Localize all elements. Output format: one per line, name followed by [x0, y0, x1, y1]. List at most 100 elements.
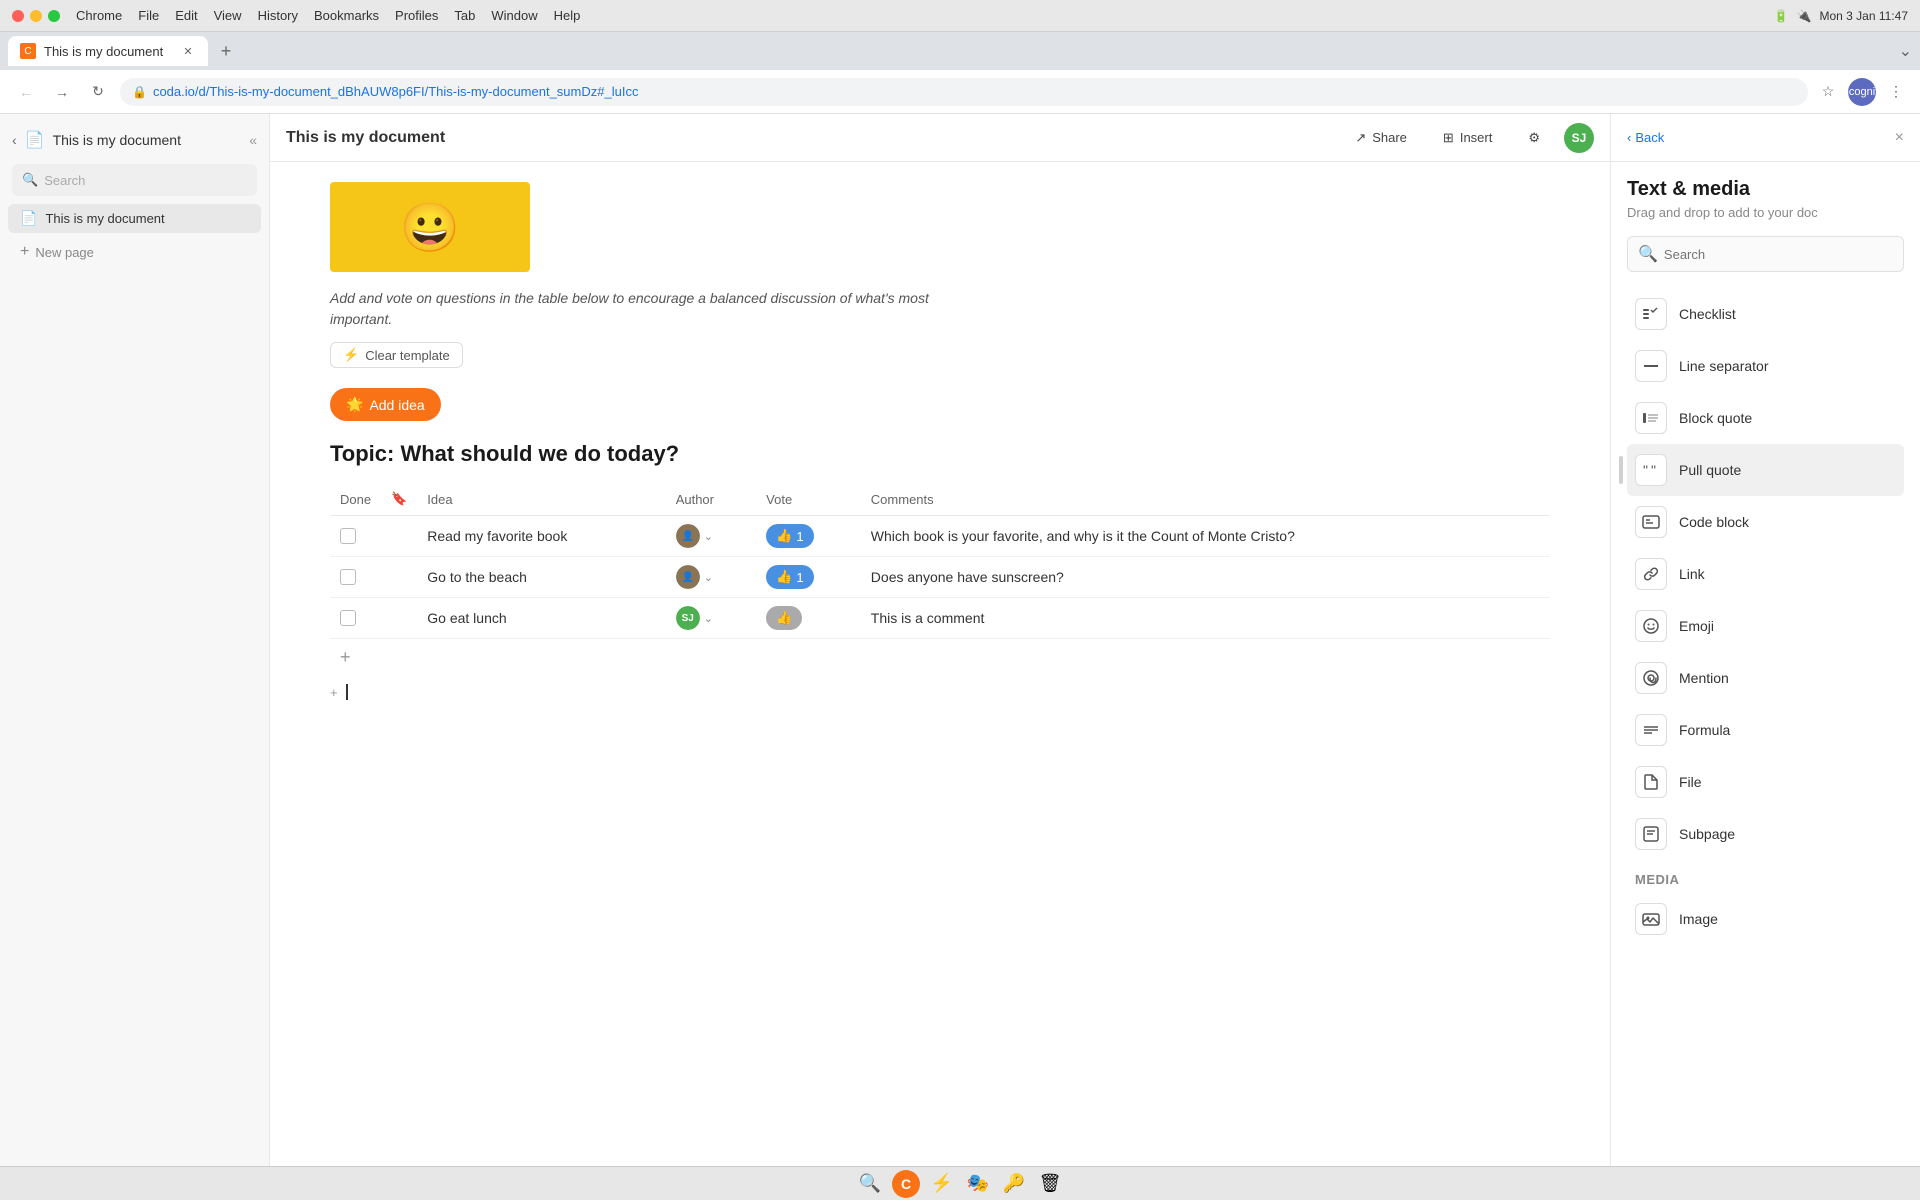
row1-checkbox[interactable]	[340, 528, 356, 544]
browser-tab-active[interactable]: C This is my document ✕	[8, 36, 208, 66]
menu-edit[interactable]: Edit	[175, 8, 197, 23]
insert-button[interactable]: ⊞ Insert	[1431, 122, 1504, 154]
row3-vote-button[interactable]: 👍	[766, 606, 802, 630]
subpage-label: Subpage	[1679, 826, 1735, 842]
row3-author-dropdown[interactable]: ⌄	[704, 612, 713, 625]
row3-bookmark-cell	[381, 598, 417, 639]
url-text: coda.io/d/This-is-my-document_dBhAUW8p6F…	[153, 84, 1796, 99]
panel-search-icon: 🔍	[1638, 244, 1658, 264]
menu-file[interactable]: File	[138, 8, 159, 23]
panel-item-file[interactable]: File	[1627, 756, 1904, 808]
back-button[interactable]: ←	[12, 78, 40, 106]
panel-back-button[interactable]: ‹ Back	[1627, 130, 1664, 145]
insert-icon: ⊞	[1443, 130, 1454, 146]
menu-window[interactable]: Window	[491, 8, 537, 23]
row1-idea-cell[interactable]: Read my favorite book	[417, 516, 665, 557]
sidebar-collapse-button[interactable]: «	[249, 132, 257, 148]
user-avatar[interactable]: SJ	[1564, 123, 1594, 153]
row3-author-avatar: SJ	[676, 606, 700, 630]
menu-help[interactable]: Help	[554, 8, 581, 23]
minimize-window-button[interactable]	[30, 10, 42, 22]
sidebar-doc-header: ‹ 📄 This is my document «	[0, 122, 269, 158]
row2-idea-cell[interactable]: Go to the beach	[417, 557, 665, 598]
menu-view[interactable]: View	[214, 8, 242, 23]
panel-item-pull-quote[interactable]: "" Pull quote	[1627, 444, 1904, 496]
sidebar-doc-icon: 📄	[25, 130, 45, 150]
sidebar-item-document[interactable]: 📄 This is my document	[8, 204, 261, 233]
panel-item-line-separator[interactable]: Line separator	[1627, 340, 1904, 392]
panel-item-link[interactable]: Link	[1627, 548, 1904, 600]
row2-author-dropdown[interactable]: ⌄	[704, 571, 713, 584]
dock-app5-icon[interactable]: 🔑	[1000, 1170, 1028, 1198]
forward-button[interactable]: →	[48, 78, 76, 106]
row2-vote-button[interactable]: 👍 1	[766, 565, 813, 589]
add-idea-button[interactable]: 🌟 Add idea	[330, 388, 441, 421]
menu-profiles[interactable]: Profiles	[395, 8, 438, 23]
row3-author-image: SJ	[676, 606, 700, 630]
share-button[interactable]: ↗ Share	[1343, 122, 1419, 154]
bookmark-star-icon[interactable]: ☆	[1816, 80, 1840, 104]
mac-menu-bar: Chrome File Edit View History Bookmarks …	[76, 8, 580, 23]
fullscreen-window-button[interactable]	[48, 10, 60, 22]
row2-checkbox[interactable]	[340, 569, 356, 585]
panel-item-emoji[interactable]: Emoji	[1627, 600, 1904, 652]
panel-item-mention[interactable]: Mention	[1627, 652, 1904, 704]
row3-comment-cell[interactable]: This is a comment	[861, 598, 1550, 639]
row1-vote-button[interactable]: 👍 1	[766, 524, 813, 548]
row1-author-dropdown[interactable]: ⌄	[704, 530, 713, 543]
mention-label: Mention	[1679, 670, 1729, 686]
panel-item-block-quote[interactable]: Block quote	[1627, 392, 1904, 444]
row3-idea-cell[interactable]: Go eat lunch	[417, 598, 665, 639]
dock-app3-icon[interactable]: ⚡	[928, 1170, 956, 1198]
settings-button[interactable]: ⚙	[1516, 122, 1552, 154]
menu-chrome[interactable]: Chrome	[76, 8, 122, 23]
clear-template-button[interactable]: ⚡ Clear template	[330, 342, 463, 368]
incognito-avatar[interactable]: Incognito	[1848, 78, 1876, 106]
browser-toolbar-actions: ☆ Incognito ⋮	[1816, 78, 1908, 106]
panel-close-button[interactable]: ×	[1895, 129, 1904, 147]
tab-list-button[interactable]: ⌄	[1899, 41, 1912, 61]
panel-content-area: Text & media Drag and drop to add to you…	[1611, 162, 1920, 1166]
add-idea-icon: 🌟	[346, 396, 363, 413]
image-icon	[1635, 903, 1667, 935]
panel-item-subpage[interactable]: Subpage	[1627, 808, 1904, 860]
row2-comment-cell[interactable]: Does anyone have sunscreen?	[861, 557, 1550, 598]
panel-item-checklist[interactable]: Checklist	[1627, 288, 1904, 340]
sidebar-back-button[interactable]: ‹	[12, 132, 17, 148]
panel-item-code-block[interactable]: Code block	[1627, 496, 1904, 548]
row3-checkbox[interactable]	[340, 610, 356, 626]
add-idea-label: Add idea	[369, 397, 424, 413]
panel-item-image[interactable]: Image	[1627, 893, 1904, 945]
sidebar-doc-title: This is my document	[53, 132, 242, 148]
dock-app4-icon[interactable]: 🎭	[964, 1170, 992, 1198]
block-quote-label: Block quote	[1679, 410, 1752, 426]
panel-search-input[interactable]	[1664, 247, 1893, 262]
url-bar[interactable]: 🔒 coda.io/d/This-is-my-document_dBhAUW8p…	[120, 78, 1808, 106]
new-line-cursor	[346, 684, 348, 700]
menu-history[interactable]: History	[258, 8, 298, 23]
col-done: Done	[330, 483, 381, 516]
new-content-line[interactable]: +	[330, 676, 1550, 708]
row1-author-avatar: 👤	[676, 524, 700, 548]
row1-comment-cell[interactable]: Which book is your favorite, and why is …	[861, 516, 1550, 557]
row1-vote-cell: 👍 1	[756, 516, 861, 557]
panel-title: Text & media	[1627, 178, 1904, 201]
menu-tab[interactable]: Tab	[454, 8, 475, 23]
table-add-row-button[interactable]: +	[330, 639, 1550, 676]
reload-button[interactable]: ↻	[84, 78, 112, 106]
close-window-button[interactable]	[12, 10, 24, 22]
dock-finder-icon[interactable]: 🔍	[856, 1170, 884, 1198]
panel-item-formula[interactable]: Formula	[1627, 704, 1904, 756]
dock-trash-icon[interactable]: 🗑	[1036, 1170, 1064, 1198]
link-label: Link	[1679, 566, 1705, 582]
sidebar-new-page-button[interactable]: + New page	[8, 237, 261, 267]
mention-icon	[1635, 662, 1667, 694]
sidebar-search-box[interactable]: 🔍 Search	[12, 164, 257, 196]
menu-bookmarks[interactable]: Bookmarks	[314, 8, 379, 23]
tab-close-button[interactable]: ✕	[180, 43, 196, 59]
new-tab-button[interactable]: +	[212, 37, 240, 65]
panel-search-box[interactable]: 🔍	[1627, 236, 1904, 272]
row3-vote-cell: 👍	[756, 598, 861, 639]
browser-menu-icon[interactable]: ⋮	[1884, 80, 1908, 104]
dock-chrome-icon[interactable]: C	[892, 1170, 920, 1198]
